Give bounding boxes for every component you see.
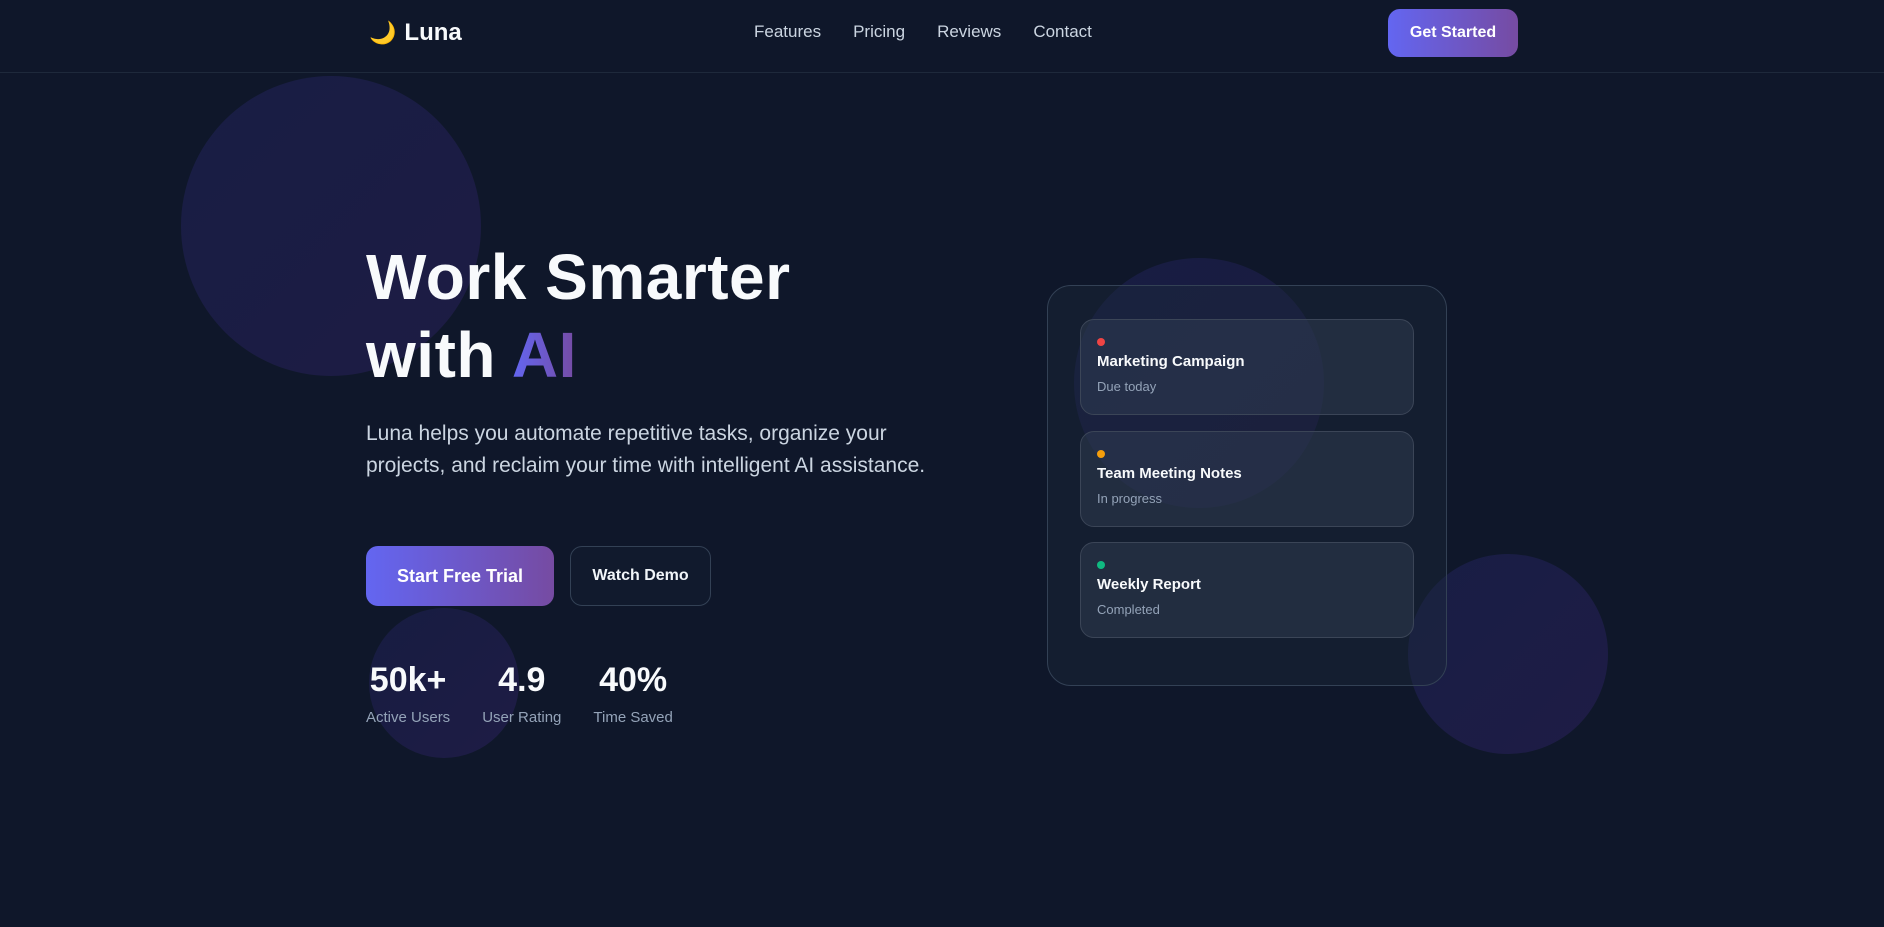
task-title: Marketing Campaign (1097, 353, 1245, 370)
hero-description: Luna helps you automate repetitive tasks… (366, 422, 926, 477)
stat-label: Time Saved (593, 709, 673, 726)
hero-title-accent: AI (511, 319, 577, 391)
stat-value: 4.9 (498, 661, 546, 699)
get-started-button[interactable]: Get Started (1388, 9, 1518, 57)
nav-link-pricing[interactable]: Pricing (853, 20, 905, 44)
nav-link-features[interactable]: Features (754, 20, 821, 44)
stat-label: User Rating (482, 709, 562, 726)
moon-icon: 🌙 (369, 20, 397, 45)
stat-value: 40% (599, 661, 668, 699)
task-card[interactable]: Team Meeting Notes In progress (1080, 431, 1414, 527)
stat-time-saved: 40% Time Saved (593, 658, 672, 728)
brand-logo[interactable]: 🌙 Luna (369, 17, 462, 49)
status-dot (1097, 561, 1105, 569)
nav-link-contact[interactable]: Contact (1033, 20, 1092, 44)
nav-link-reviews[interactable]: Reviews (937, 20, 1001, 44)
stats-row: 50k+ Active Users 4.9 User Rating 40% Ti… (366, 658, 673, 728)
status-dot (1097, 450, 1105, 458)
task-card[interactable]: Marketing Campaign Due today (1080, 319, 1414, 415)
task-title: Weekly Report (1097, 576, 1201, 593)
stat-active-users: 50k+ Active Users (366, 658, 450, 728)
stat-label: Active Users (366, 709, 451, 726)
stat-value: 50k+ (369, 661, 447, 699)
watch-demo-button[interactable]: Watch Demo (570, 546, 711, 606)
brand-name: Luna (404, 19, 462, 46)
status-dot (1097, 338, 1105, 346)
hero-title-line1: Work Smarter (366, 241, 791, 313)
task-status: Due today (1097, 379, 1157, 394)
hero-title-prefix: with (366, 319, 512, 391)
task-card[interactable]: Weekly Report Completed (1080, 542, 1414, 638)
top-navbar: 🌙 Luna Features Pricing Reviews Contact … (0, 0, 1884, 73)
stat-user-rating: 4.9 User Rating (482, 658, 561, 728)
task-status: Completed (1097, 602, 1160, 617)
main-nav: Features Pricing Reviews Contact (754, 20, 1092, 44)
hero-title: Work Smarter with AI (366, 238, 886, 394)
task-preview-panel: Marketing Campaign Due today Team Meetin… (1047, 285, 1447, 686)
task-title: Team Meeting Notes (1097, 465, 1242, 482)
task-status: In progress (1097, 491, 1163, 506)
start-free-trial-button[interactable]: Start Free Trial (366, 546, 554, 606)
